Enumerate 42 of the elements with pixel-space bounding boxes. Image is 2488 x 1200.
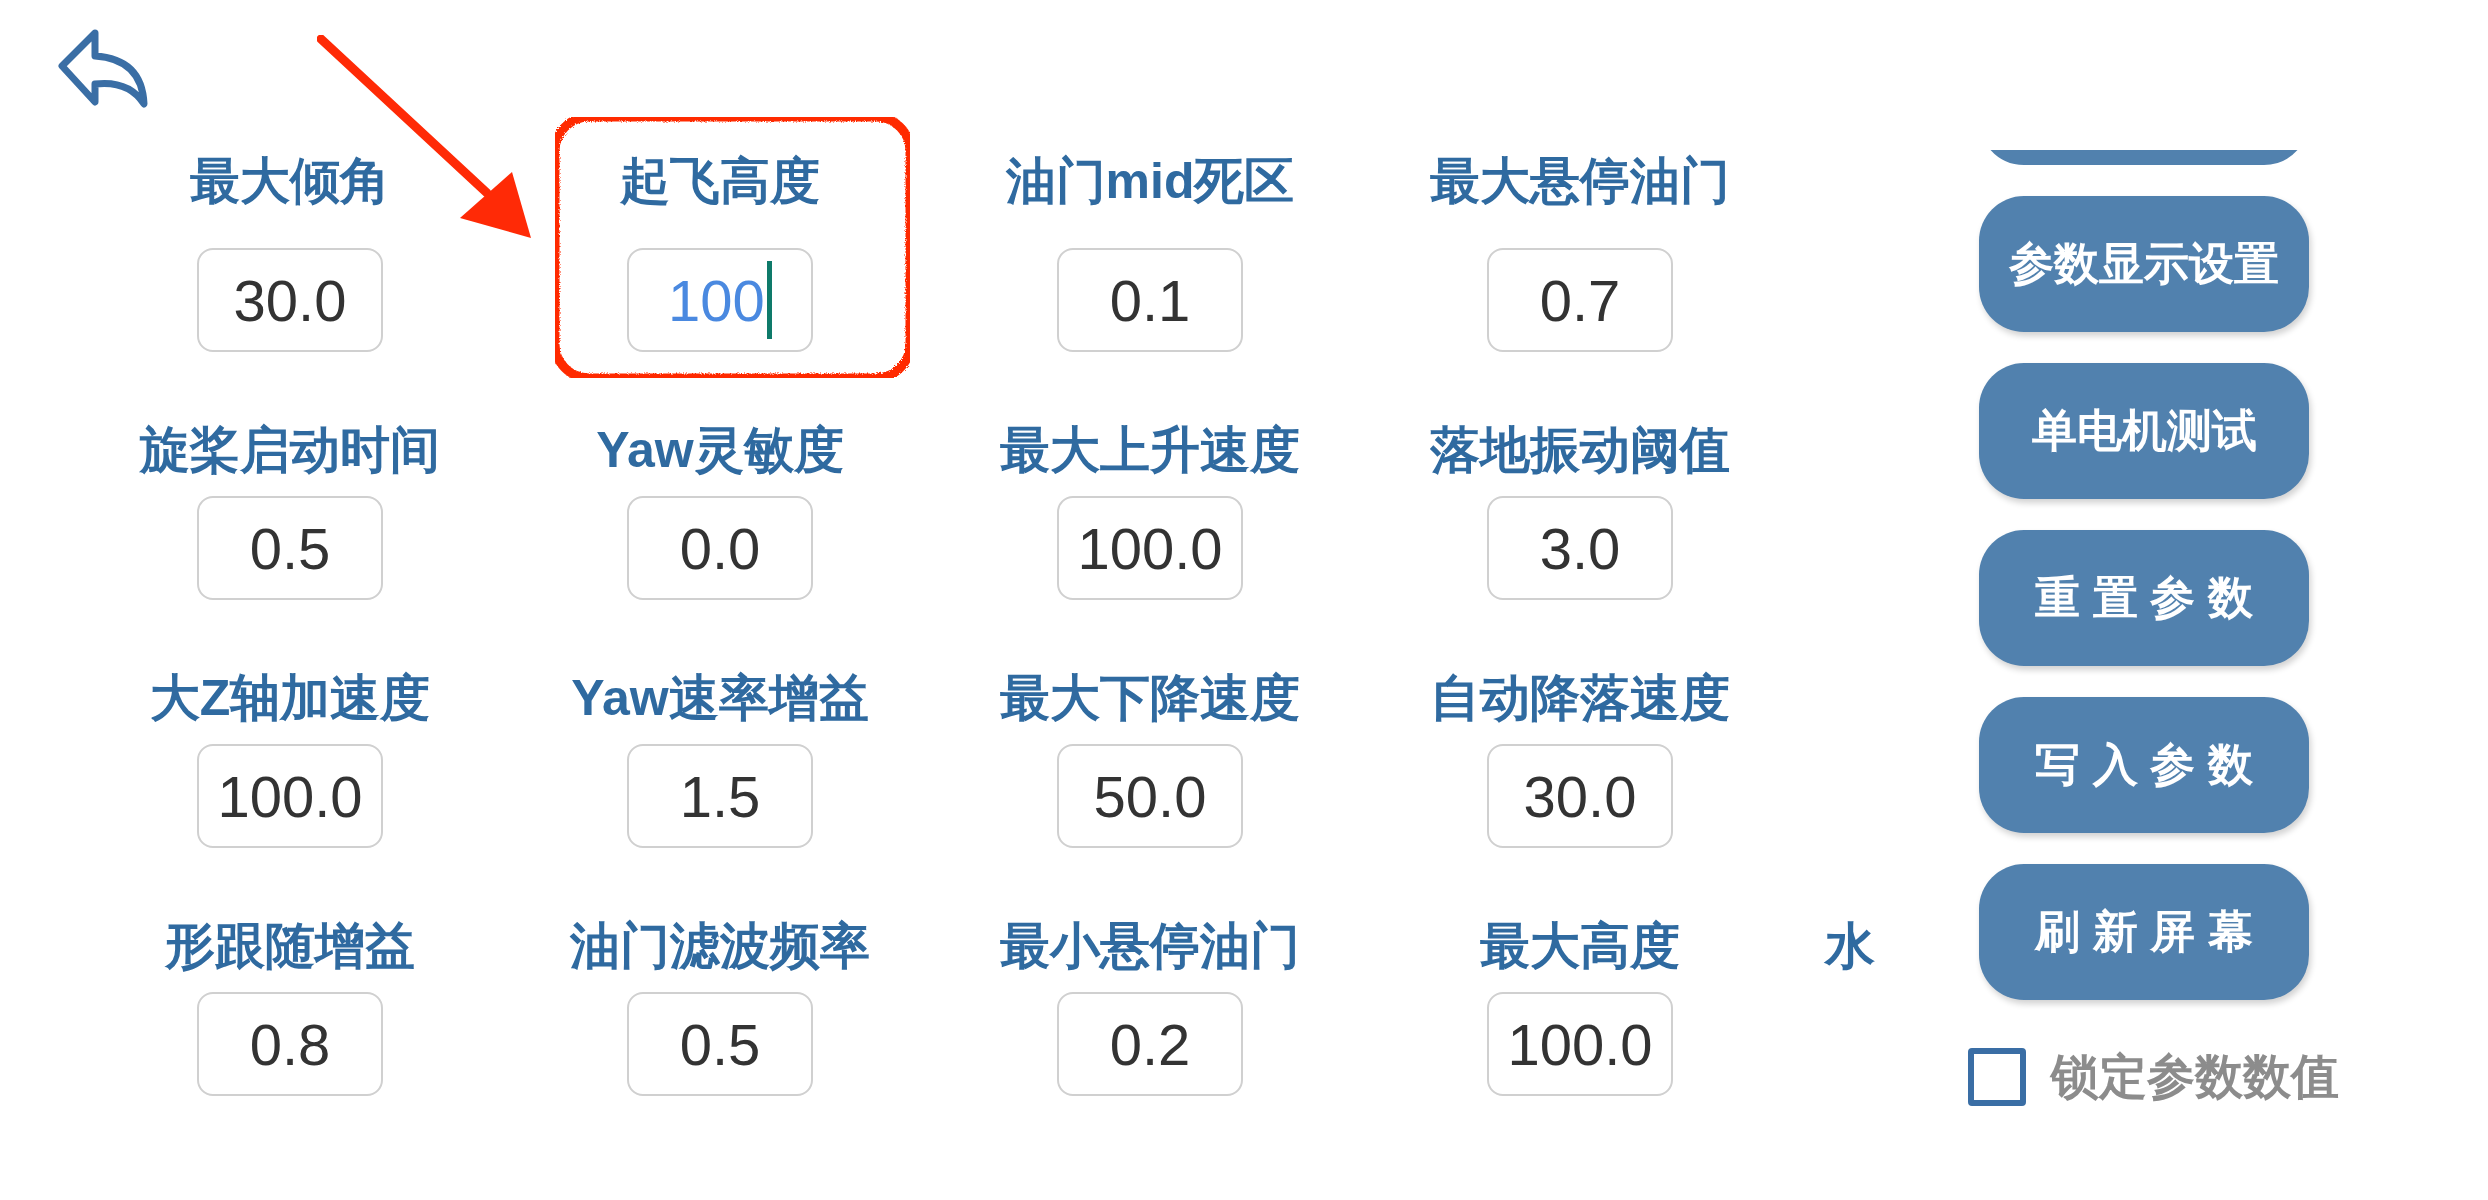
parameter-label: 最大高度 (1480, 917, 1680, 976)
parameter-label: 油门滤波频率 (570, 917, 870, 976)
parameter-label: 落地振动阈值 (1430, 421, 1730, 480)
value-field[interactable]: 0.0 (627, 496, 813, 600)
side-button[interactable]: 参数显示设置 (1979, 196, 2309, 332)
value-field[interactable]: 1.5 (627, 744, 813, 848)
value-field[interactable]: 30.0 (197, 248, 383, 352)
side-button[interactable]: 写 入 参 数 (1979, 697, 2309, 833)
side-button[interactable]: 刷 新 屏 幕 (1979, 864, 2309, 1000)
value-field[interactable]: 3.0 (1487, 496, 1673, 600)
parameter-label: 自动降落速度 (1430, 669, 1730, 728)
side-button[interactable]: 单电机测试 (1979, 363, 2309, 499)
text-cursor-icon (766, 261, 772, 339)
parameter-label: 最大悬停油门 (1430, 152, 1730, 211)
value-field[interactable]: 0.2 (1057, 992, 1243, 1096)
parameter-label: 最大上升速度 (1000, 421, 1300, 480)
parameter-label: 起飞高度 (620, 152, 820, 211)
checkbox-label: 锁定参数数值 (2051, 1049, 2339, 1105)
parameter-label: 最大倾角 (190, 152, 390, 211)
parameter-label: Yaw灵敏度 (596, 421, 844, 480)
value-field[interactable]: 0.1 (1057, 248, 1243, 352)
value-field[interactable]: 30.0 (1487, 744, 1673, 848)
parameter-label: 最小悬停油门 (1000, 917, 1300, 976)
parameter-label: 油门mid死区 (1005, 152, 1295, 211)
value-field[interactable]: 0.5 (197, 496, 383, 600)
lock-checkbox[interactable] (1968, 1048, 2026, 1106)
parameter-label: 水 (1825, 917, 1875, 976)
parameter-label: 大Z轴加速度 (149, 669, 431, 728)
value-field[interactable]: 50.0 (1057, 744, 1243, 848)
value-field[interactable]: 100 (627, 248, 813, 352)
value-field[interactable]: 100.0 (1057, 496, 1243, 600)
parameter-label: 旋桨启动时间 (140, 421, 440, 480)
value-field[interactable]: 0.5 (627, 992, 813, 1096)
value-field[interactable]: 100.0 (197, 744, 383, 848)
value-field[interactable]: 0.7 (1487, 248, 1673, 352)
value-field[interactable]: 100.0 (1487, 992, 1673, 1096)
parameter-label: 最大下降速度 (1000, 669, 1300, 728)
back-icon[interactable] (57, 28, 149, 110)
value-field[interactable]: 0.8 (197, 992, 383, 1096)
parameter-label: Yaw速率增益 (571, 669, 869, 728)
parameter-label: 形跟随增益 (165, 917, 415, 976)
side-button[interactable]: 重 置 参 数 (1979, 530, 2309, 666)
